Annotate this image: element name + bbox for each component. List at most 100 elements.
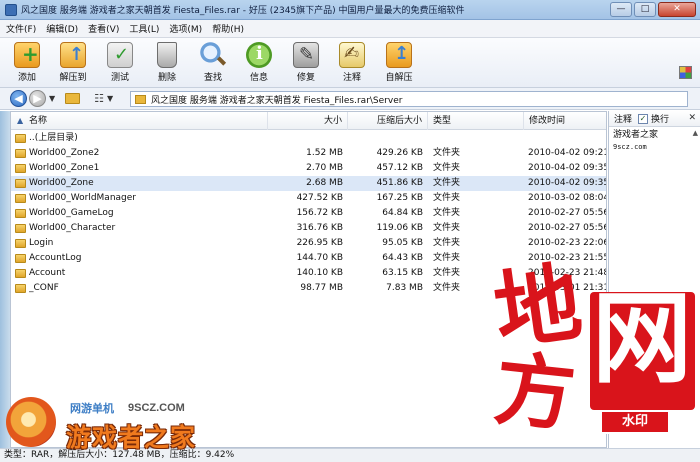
file-name: World00_Zone xyxy=(29,178,94,188)
sfx-button[interactable]: 自解压 xyxy=(378,40,420,86)
table-row[interactable]: World00_Zone2 1.52 MB 429.26 KB 文件夹 2010… xyxy=(11,146,606,161)
add-button[interactable]: 添加 xyxy=(6,40,48,86)
menu-tools[interactable]: 工具(L) xyxy=(129,22,159,35)
folder-icon xyxy=(15,134,26,143)
history-dropdown-icon[interactable]: ▼ xyxy=(49,94,55,103)
file-size: 98.77 MB xyxy=(300,283,343,293)
view-mode-icon[interactable]: ☷ xyxy=(94,92,104,105)
file-packed: 119.06 KB xyxy=(376,223,423,233)
folder-up-icon[interactable] xyxy=(65,93,81,104)
path-text: 风之国度 服务端 游戏者之家天朝首发 Fiesta_Files.rar\Serv… xyxy=(151,95,403,106)
menu-edit[interactable]: 编辑(D) xyxy=(46,22,78,35)
file-name: _CONF xyxy=(29,283,59,293)
folder-icon xyxy=(15,254,26,263)
find-button[interactable]: 查找 xyxy=(192,40,234,86)
test-label: 测试 xyxy=(110,73,129,83)
file-type: 文件夹 xyxy=(433,253,461,263)
delete-button[interactable]: 删除 xyxy=(146,40,188,86)
minimize-button[interactable]: — xyxy=(610,2,632,17)
seal-stamp: 网 xyxy=(590,292,695,410)
info-label: 信息 xyxy=(249,73,268,83)
comment-label: 注释 xyxy=(342,73,361,83)
column-packed[interactable]: 压缩后大小 xyxy=(348,112,428,130)
menu-options[interactable]: 选项(M) xyxy=(169,22,202,35)
table-row[interactable]: Login 226.95 KB 95.05 KB 文件夹 2010-02-23 … xyxy=(11,236,606,251)
back-button[interactable]: ◀ xyxy=(10,90,27,107)
file-packed: 7.83 MB xyxy=(386,283,423,293)
table-row[interactable]: World00_GameLog 156.72 KB 64.84 KB 文件夹 2… xyxy=(11,206,606,221)
comment-close-icon[interactable]: ✕ xyxy=(688,113,696,123)
file-packed: 457.12 KB xyxy=(376,163,423,173)
file-modified: 2010-02-27 05:56:0 xyxy=(528,223,606,233)
test-button[interactable]: 测试 xyxy=(99,40,141,86)
view-dropdown-icon[interactable]: ▼ xyxy=(107,94,113,103)
file-size: 156.72 KB xyxy=(296,208,343,218)
wrap-checkbox[interactable]: ✓ xyxy=(638,113,649,124)
file-size: 2.68 MB xyxy=(306,178,343,188)
file-packed: 451.86 KB xyxy=(376,178,423,188)
file-type: 文件夹 xyxy=(433,223,461,233)
comment-line: 游戏者之家 xyxy=(613,130,659,140)
column-type[interactable]: 类型 xyxy=(428,112,524,130)
seal-character: 网 xyxy=(592,292,692,397)
file-packed: 64.84 KB xyxy=(382,208,423,218)
info-button[interactable]: 信息 xyxy=(238,40,280,86)
folder-icon xyxy=(15,149,26,158)
column-size[interactable]: 大小 xyxy=(268,112,348,130)
comment-panel-title: 注释 xyxy=(614,115,633,125)
table-row-selected[interactable]: World00_Zone 2.68 MB 451.86 KB 文件夹 2010-… xyxy=(11,176,606,191)
comment-button[interactable]: 注释 xyxy=(331,40,373,86)
skin-icon[interactable] xyxy=(679,66,692,79)
app-icon xyxy=(5,3,17,16)
file-name: World00_Zone1 xyxy=(29,163,100,173)
menu-file[interactable]: 文件(F) xyxy=(6,22,36,35)
file-modified: 2010-02-23 22:06:5 xyxy=(528,238,606,248)
file-type: 文件夹 xyxy=(433,178,461,188)
folder-icon xyxy=(15,284,26,293)
menu-help[interactable]: 帮助(H) xyxy=(212,22,244,35)
file-type: 文件夹 xyxy=(433,163,461,173)
file-packed: 429.26 KB xyxy=(376,148,423,158)
menu-view[interactable]: 查看(V) xyxy=(88,22,119,35)
table-row[interactable]: World00_Character 316.76 KB 119.06 KB 文件… xyxy=(11,221,606,236)
file-size: 144.70 KB xyxy=(296,253,343,263)
sort-up-icon: ▲ xyxy=(17,116,24,125)
find-label: 查找 xyxy=(203,73,222,83)
file-size: 2.70 MB xyxy=(306,163,343,173)
title-bar: 风之国度 服务端 游戏者之家天朝首发 Fiesta_Files.rar - 好压… xyxy=(0,0,700,20)
file-packed: 63.15 KB xyxy=(382,268,423,278)
logo-emblem-icon xyxy=(6,397,56,447)
scroll-up-icon[interactable]: ▲ xyxy=(693,129,698,137)
folder-icon xyxy=(15,239,26,248)
column-name[interactable]: ▲ 名称 xyxy=(11,112,268,130)
extract-label: 解压到 xyxy=(59,73,87,83)
file-packed: 95.05 KB xyxy=(382,238,423,248)
list-item-parent[interactable]: ..(上层目录) xyxy=(11,131,606,146)
folder-icon xyxy=(15,164,26,173)
file-modified: 2010-02-27 05:56:0 xyxy=(528,208,606,218)
extract-button[interactable]: 解压到 xyxy=(52,40,94,86)
close-button[interactable]: ✕ xyxy=(658,2,696,17)
file-modified: 2010-03-02 08:04:2 xyxy=(528,193,606,203)
menu-bar: 文件(F) 编辑(D) 查看(V) 工具(L) 选项(M) 帮助(H) xyxy=(0,20,700,38)
maximize-button[interactable]: □ xyxy=(634,2,656,17)
folder-icon xyxy=(15,194,26,203)
delete-icon xyxy=(157,42,177,68)
path-input[interactable]: 风之国度 服务端 游戏者之家天朝首发 Fiesta_Files.rar\Serv… xyxy=(130,91,688,107)
sfx-icon xyxy=(386,42,412,68)
repair-button[interactable]: 修复 xyxy=(285,40,327,86)
file-name: World00_WorldManager xyxy=(29,193,136,203)
file-type: 文件夹 xyxy=(433,238,461,248)
file-size: 1.52 MB xyxy=(306,148,343,158)
file-name: World00_Character xyxy=(29,223,116,233)
table-row[interactable]: World00_WorldManager 427.52 KB 167.25 KB… xyxy=(11,191,606,206)
file-size: 316.76 KB xyxy=(296,223,343,233)
folder-icon xyxy=(15,224,26,233)
forward-button[interactable]: ▶ xyxy=(29,90,46,107)
table-row[interactable]: World00_Zone1 2.70 MB 457.12 KB 文件夹 2010… xyxy=(11,161,606,176)
comment-text[interactable]: 游戏者之家 9scz.com xyxy=(609,127,700,155)
list-header: ▲ 名称 大小 压缩后大小 类型 修改时间 xyxy=(11,112,606,130)
column-modified[interactable]: 修改时间 xyxy=(524,112,606,130)
add-icon xyxy=(14,42,40,68)
file-name: World00_Zone2 xyxy=(29,148,100,158)
